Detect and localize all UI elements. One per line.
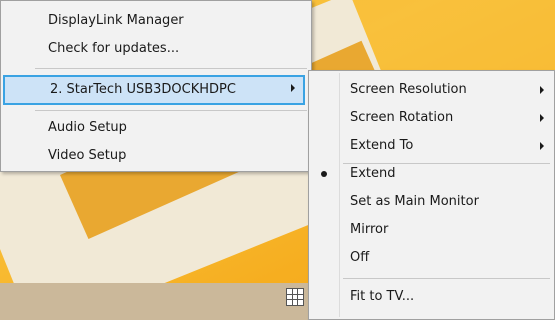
menu-item-label: Check for updates... (48, 41, 180, 56)
menu-separator (35, 110, 307, 111)
radio-selected-icon (321, 171, 327, 177)
displaylink-tray-icon[interactable] (286, 288, 304, 306)
menu-item-label: Screen Rotation (350, 110, 454, 125)
menu-item-label: Extend (350, 166, 396, 181)
submenu-item-screen-resolution[interactable]: Screen Resolution (309, 77, 554, 103)
menu-item-label: Extend To (350, 138, 414, 153)
submenu-item-off[interactable]: Off (309, 245, 554, 271)
menu-item-video-setup[interactable]: Video Setup (1, 143, 311, 169)
menu-separator (343, 278, 550, 279)
menu-item-label: Screen Resolution (350, 82, 467, 97)
menu-item-label: Fit to TV... (350, 289, 415, 304)
menu-separator (35, 68, 307, 69)
menu-item-check-for-updates[interactable]: Check for updates... (1, 36, 311, 62)
chevron-right-icon (540, 114, 544, 122)
menu-item-label: Audio Setup (48, 120, 127, 135)
chevron-right-icon (540, 86, 544, 94)
menu-item-label: DisplayLink Manager (48, 13, 184, 28)
menu-item-label: Off (350, 250, 370, 265)
menu-item-label: Mirror (350, 222, 389, 237)
menu-item-label: Set as Main Monitor (350, 194, 479, 209)
menu-item-startech-dock[interactable]: 2. StarTech USB3DOCKHDPC (3, 75, 305, 105)
menu-item-label: Video Setup (48, 148, 127, 163)
context-menu: DisplayLink Manager Check for updates...… (0, 0, 312, 172)
menu-item-label: 2. StarTech USB3DOCKHDPC (50, 82, 236, 97)
submenu-item-set-as-main-monitor[interactable]: Set as Main Monitor (309, 189, 554, 215)
submenu-display-options: Screen Resolution Screen Rotation Extend… (308, 70, 555, 320)
menu-item-displaylink-manager[interactable]: DisplayLink Manager (1, 8, 311, 34)
submenu-item-extend[interactable]: Extend (309, 161, 554, 187)
chevron-right-icon (291, 84, 295, 92)
submenu-item-screen-rotation[interactable]: Screen Rotation (309, 105, 554, 131)
chevron-right-icon (540, 142, 544, 150)
submenu-item-mirror[interactable]: Mirror (309, 217, 554, 243)
menu-item-audio-setup[interactable]: Audio Setup (1, 115, 311, 141)
submenu-item-fit-to-tv[interactable]: Fit to TV... (309, 284, 554, 310)
submenu-item-extend-to[interactable]: Extend To (309, 133, 554, 159)
